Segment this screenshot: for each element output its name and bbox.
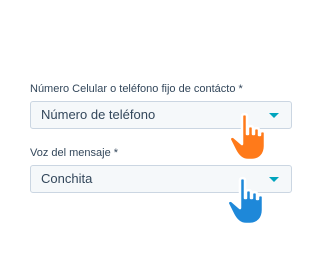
voice-select-value: Conchita bbox=[41, 171, 93, 186]
phone-field-label: Número Celular o teléfono fijo de contác… bbox=[30, 83, 243, 95]
voice-field-label: Voz del mensaje * bbox=[30, 147, 119, 159]
form-canvas: Número Celular o teléfono fijo de contác… bbox=[0, 0, 318, 278]
pointing-hand-icon bbox=[228, 112, 267, 162]
pointing-hand-icon bbox=[226, 176, 265, 226]
phone-select-value: Número de teléfono bbox=[41, 107, 156, 122]
